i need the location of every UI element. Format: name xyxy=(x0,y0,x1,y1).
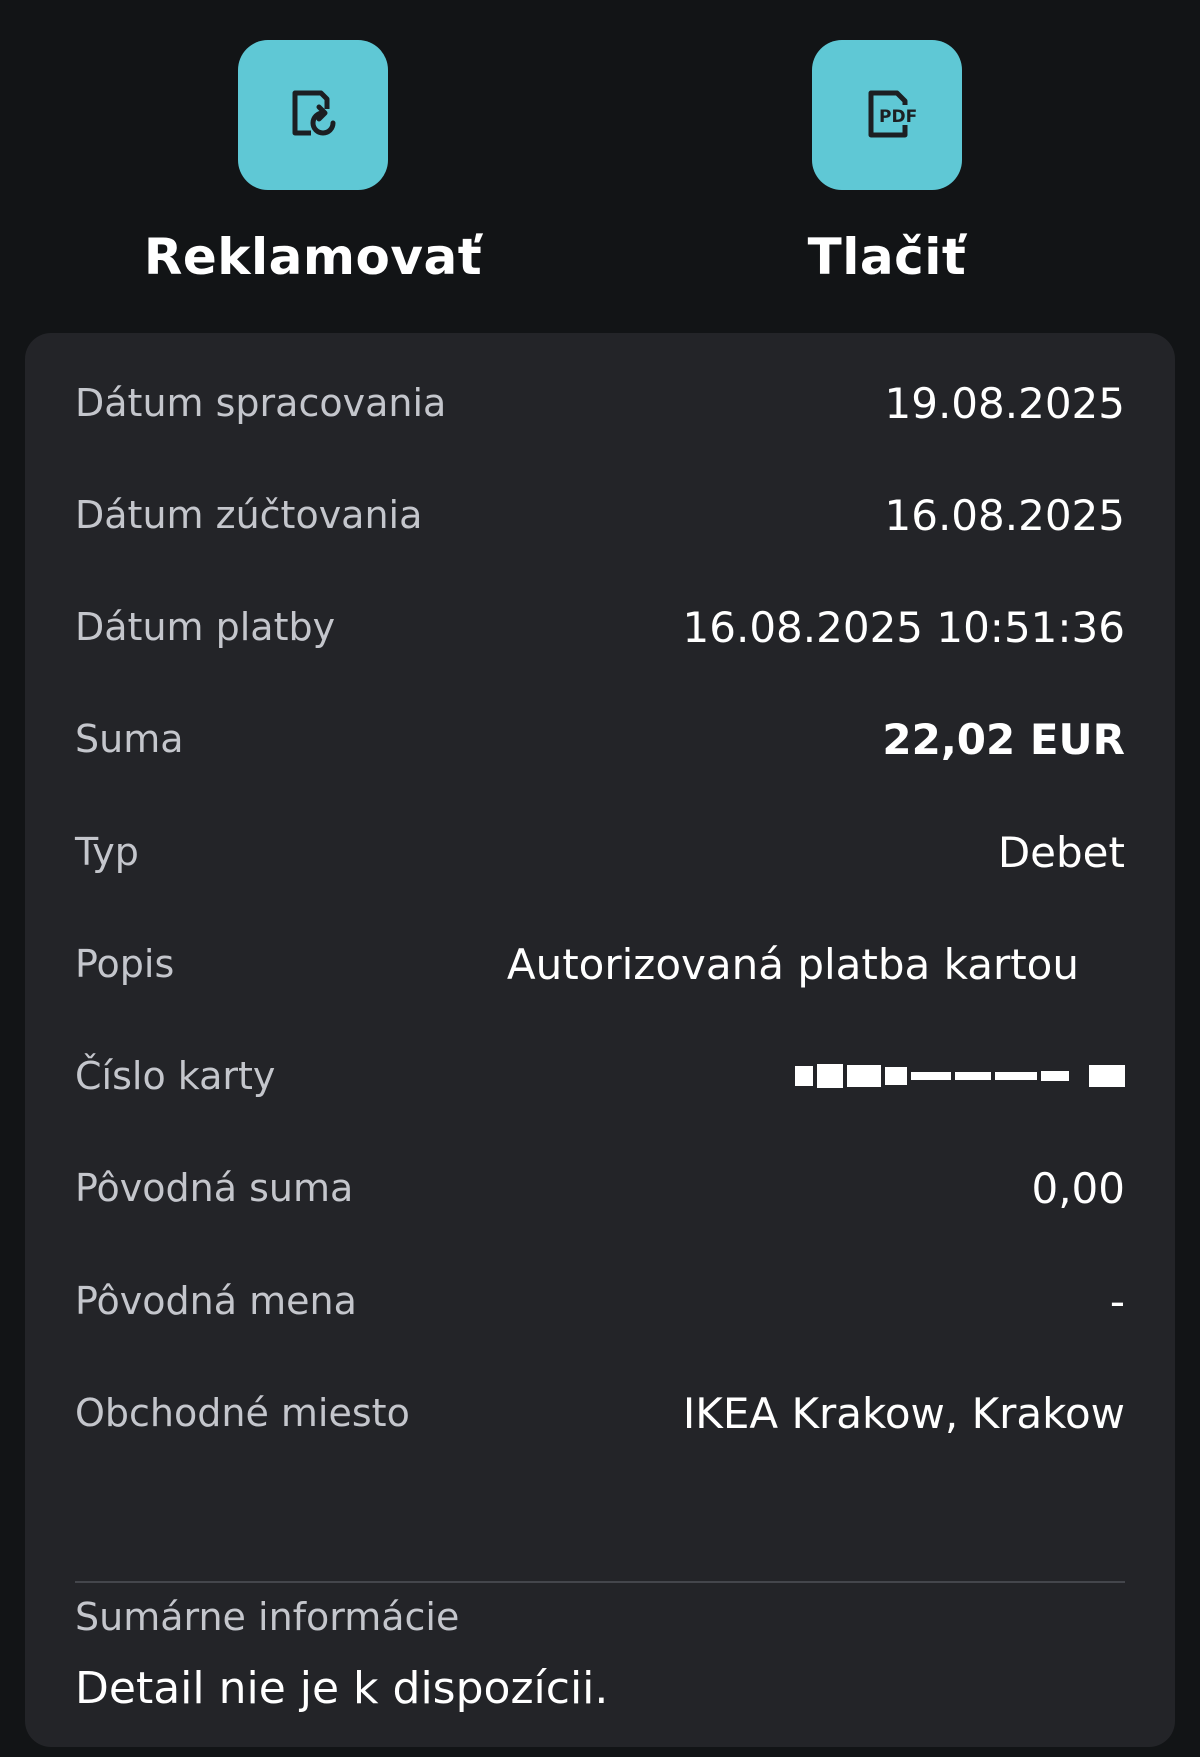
summary-text: Detail nie je k dispozícii. xyxy=(75,1663,609,1714)
description-row: Popis Autorizovaná platba kartou xyxy=(75,934,1125,994)
pdf-icon: PDF xyxy=(868,90,917,138)
complaint-label: Reklamovať xyxy=(143,228,483,286)
original-currency-row: Pôvodná mena - xyxy=(75,1271,1125,1331)
print-action[interactable]: PDF Tlačiť xyxy=(697,40,1077,286)
original-amount-row: Pôvodná suma 0,00 xyxy=(75,1158,1125,1218)
original-amount-value: 0,00 xyxy=(1031,1163,1125,1213)
payment-date-row: Dátum platby 16.08.2025 10:51:36 xyxy=(75,597,1125,657)
amount-row: Suma 22,02 EUR xyxy=(75,709,1125,769)
complaint-button[interactable] xyxy=(238,40,388,190)
card-number-row: Číslo karty xyxy=(75,1046,1125,1106)
merchant-row: Obchodné miesto IKEA Krakow, Krakow xyxy=(75,1383,1125,1443)
pdf-icon-text: PDF xyxy=(879,107,917,127)
card-number-label: Číslo karty xyxy=(75,1054,276,1098)
settlement-date-row: Dátum zúčtovania 16.08.2025 xyxy=(75,485,1125,545)
payment-date-label: Dátum platby xyxy=(75,605,336,649)
original-currency-value: - xyxy=(1109,1276,1125,1326)
transaction-detail-card: Dátum spracovania 19.08.2025 Dátum zúčto… xyxy=(25,333,1175,1747)
print-button[interactable]: PDF xyxy=(812,40,962,190)
payment-date-value: 16.08.2025 10:51:36 xyxy=(682,602,1125,652)
type-value: Debet xyxy=(997,827,1125,877)
settlement-date-value: 16.08.2025 xyxy=(884,490,1125,540)
amount-label: Suma xyxy=(75,717,184,761)
original-currency-label: Pôvodná mena xyxy=(75,1279,357,1323)
complaint-action[interactable]: Reklamovať xyxy=(123,40,503,286)
description-value: Autorizovaná platba kartou xyxy=(506,939,1079,989)
type-label: Typ xyxy=(75,830,139,874)
settlement-date-label: Dátum zúčtovania xyxy=(75,493,423,537)
complaint-icon xyxy=(292,90,336,136)
merchant-label: Obchodné miesto xyxy=(75,1391,410,1435)
summary-divider xyxy=(75,1581,1125,1583)
print-label: Tlačiť xyxy=(807,228,967,286)
type-row: Typ Debet xyxy=(75,822,1125,882)
card-number-masked xyxy=(795,1061,1125,1091)
description-label: Popis xyxy=(75,942,175,986)
amount-value: 22,02 EUR xyxy=(882,714,1125,764)
summary-title: Sumárne informácie xyxy=(75,1595,460,1639)
processing-date-row: Dátum spracovania 19.08.2025 xyxy=(75,373,1125,433)
processing-date-value: 19.08.2025 xyxy=(884,378,1125,428)
original-amount-label: Pôvodná suma xyxy=(75,1166,354,1210)
merchant-value: IKEA Krakow, Krakow xyxy=(682,1388,1125,1438)
processing-date-label: Dátum spracovania xyxy=(75,381,447,425)
action-bar: Reklamovať PDF Tlačiť xyxy=(0,0,1200,330)
